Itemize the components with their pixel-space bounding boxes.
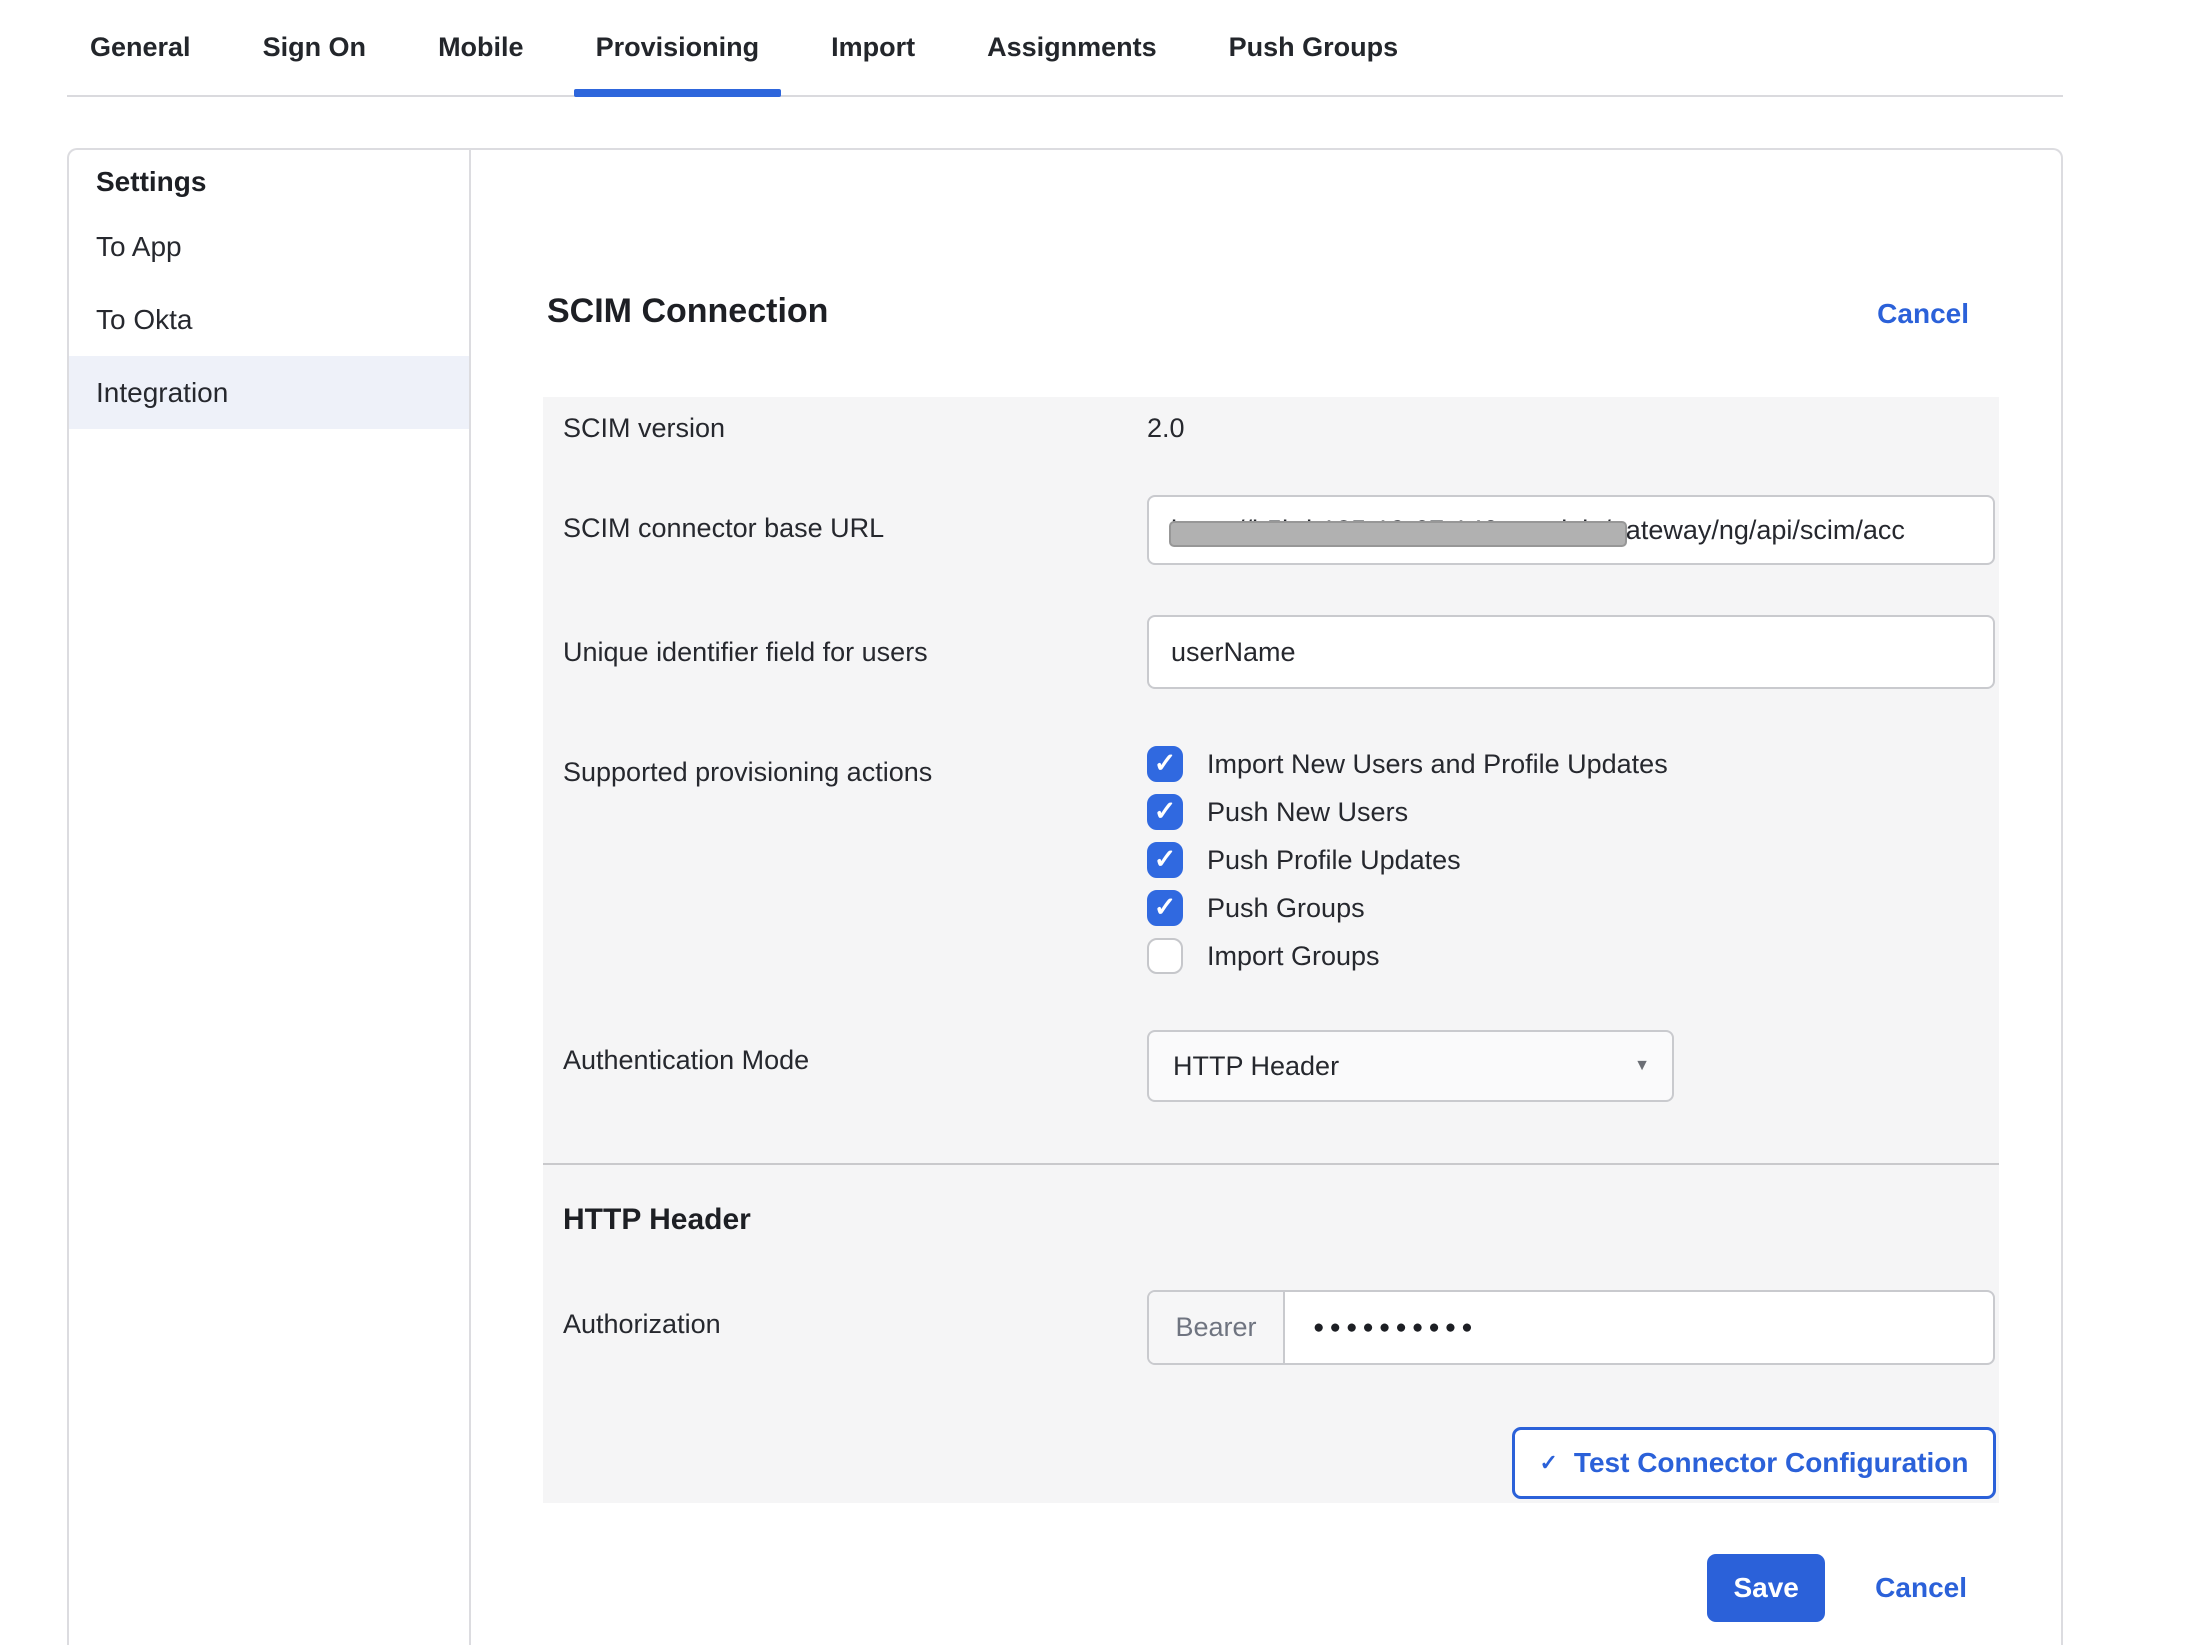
app-tab-bar: General Sign On Mobile Provisioning Impo…: [67, 0, 2063, 97]
page-title: SCIM Connection: [547, 292, 828, 331]
checkbox-label: Push Groups: [1207, 893, 1365, 924]
sidebar-item-to-app[interactable]: To App: [69, 210, 469, 283]
footer-cancel-link[interactable]: Cancel: [1875, 1572, 1967, 1604]
checkbox-row-push-new-users: ✓ Push New Users: [1147, 794, 1408, 830]
authorization-input-group: Bearer ●●●●●●●●●●: [1147, 1290, 1995, 1365]
auth-mode-select[interactable]: HTTP Header ▼: [1147, 1030, 1674, 1102]
footer-actions: Save Cancel: [1707, 1554, 1967, 1622]
checkbox-label: Import New Users and Profile Updates: [1207, 749, 1668, 780]
provisioning-card: Settings To App To Okta Integration SCIM…: [67, 148, 2063, 1645]
checkbox-push-new-users[interactable]: ✓: [1147, 794, 1183, 830]
header-cancel-link[interactable]: Cancel: [1877, 298, 1969, 330]
checkbox-row-import-new-users: ✓ Import New Users and Profile Updates: [1147, 746, 1668, 782]
sidebar-list: To App To Okta Integration: [69, 210, 469, 429]
checkmark-icon: ✓: [1154, 846, 1177, 873]
chevron-down-icon: ▼: [1634, 1057, 1650, 1075]
checkbox-push-profile-updates[interactable]: ✓: [1147, 842, 1183, 878]
tab-general[interactable]: General: [90, 0, 191, 95]
checkbox-import-new-users[interactable]: ✓: [1147, 746, 1183, 782]
checkbox-label: Push New Users: [1207, 797, 1408, 828]
checkbox-row-push-groups: ✓ Push Groups: [1147, 890, 1365, 926]
checkbox-label: Push Profile Updates: [1207, 845, 1461, 876]
tab-mobile[interactable]: Mobile: [438, 0, 524, 95]
checkbox-import-groups[interactable]: ✓: [1147, 938, 1183, 974]
scim-settings-panel: SCIM version 2.0 SCIM connector base URL…: [543, 397, 1999, 1503]
sidebar-item-to-okta[interactable]: To Okta: [69, 283, 469, 356]
authorization-label: Authorization: [563, 1309, 721, 1340]
unique-id-label: Unique identifier field for users: [563, 637, 928, 668]
bearer-prefix: Bearer: [1149, 1292, 1285, 1363]
auth-mode-value: HTTP Header: [1173, 1051, 1339, 1082]
http-header-section-title: HTTP Header: [563, 1203, 751, 1237]
scim-version-value: 2.0: [1147, 413, 1185, 444]
authorization-token-input[interactable]: ●●●●●●●●●●: [1285, 1292, 1993, 1363]
checkmark-icon: ✓: [1154, 894, 1177, 921]
tab-import[interactable]: Import: [831, 0, 915, 95]
save-button[interactable]: Save: [1707, 1554, 1825, 1622]
scim-version-label: SCIM version: [563, 413, 725, 444]
base-url-label: SCIM connector base URL: [563, 513, 884, 544]
checkmark-icon: ✓: [1154, 750, 1177, 777]
auth-mode-label: Authentication Mode: [563, 1045, 809, 1076]
sidebar-title: Settings: [96, 166, 206, 198]
tab-push-groups[interactable]: Push Groups: [1229, 0, 1399, 95]
test-connector-configuration-button[interactable]: ✓ Test Connector Configuration: [1512, 1427, 1996, 1499]
provisioning-actions-label: Supported provisioning actions: [563, 757, 932, 788]
tab-sign-on[interactable]: Sign On: [263, 0, 367, 95]
redaction-bar: [1169, 521, 1627, 547]
base-url-visible-text: o/gateway/ng/api/scim/acc: [1588, 515, 1905, 545]
test-connector-label: Test Connector Configuration: [1574, 1447, 1969, 1479]
checkbox-row-import-groups: ✓ Import Groups: [1147, 938, 1380, 974]
check-icon: ✓: [1539, 1450, 1557, 1476]
section-divider: [543, 1163, 1999, 1165]
checkbox-push-groups[interactable]: ✓: [1147, 890, 1183, 926]
checkbox-row-push-profile-updates: ✓ Push Profile Updates: [1147, 842, 1461, 878]
unique-id-input[interactable]: userName: [1147, 615, 1995, 689]
settings-sidebar: Settings To App To Okta Integration: [69, 150, 471, 1645]
base-url-input[interactable]: https://h5bd-135-19-67-140-ngrok.io/gate…: [1147, 495, 1995, 565]
checkbox-label: Import Groups: [1207, 941, 1380, 972]
tab-provisioning[interactable]: Provisioning: [596, 0, 760, 95]
base-url-value: https://h5bd-135-19-67-140-ngrok.io/gate…: [1149, 497, 1993, 563]
tab-assignments[interactable]: Assignments: [987, 0, 1157, 95]
checkmark-icon: ✓: [1154, 798, 1177, 825]
unique-id-value: userName: [1149, 637, 1296, 668]
sidebar-item-integration[interactable]: Integration: [69, 356, 469, 429]
